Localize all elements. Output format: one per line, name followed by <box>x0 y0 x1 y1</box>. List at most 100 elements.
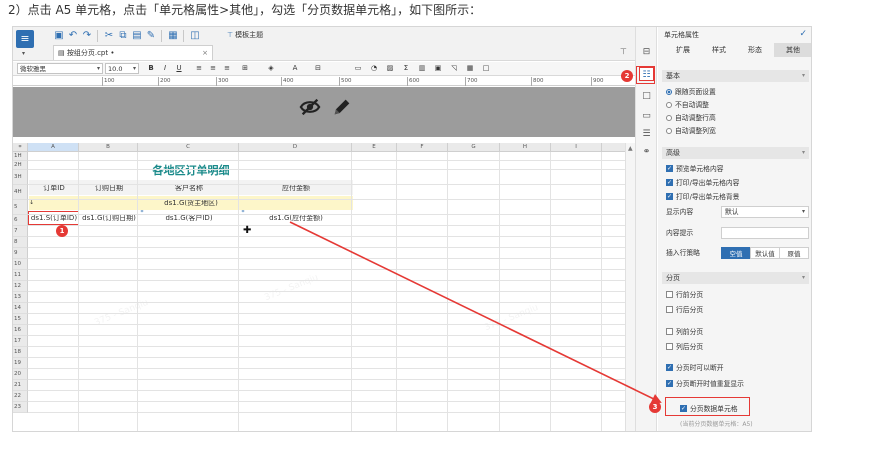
row-header-4[interactable]: 4H <box>13 185 28 200</box>
section-paging[interactable]: 分页 ▾ <box>662 272 809 284</box>
row-header-20[interactable]: 20 <box>13 369 28 380</box>
row-header-3[interactable]: 3H <box>13 170 28 185</box>
radio-auto-column-width[interactable]: 自动调整列宽 <box>666 126 716 137</box>
preview-icon[interactable]: ◫ <box>189 30 201 42</box>
check-print-background[interactable]: 打印/导出单元格背景 <box>666 191 739 203</box>
radio-no-auto-adjust[interactable]: 不自动调整 <box>666 100 709 111</box>
insert-sub-report-icon[interactable]: ▥ <box>417 63 427 74</box>
row-header-16[interactable]: 16 <box>13 325 28 336</box>
section-advanced[interactable]: 高级 ▾ <box>662 147 809 159</box>
close-tab-icon[interactable]: × <box>202 46 208 60</box>
row-header-10[interactable]: 10 <box>13 259 28 270</box>
radio-auto-row-height[interactable]: 自动调整行高 <box>666 113 716 124</box>
pencil-icon[interactable] <box>331 96 353 118</box>
row-header-15[interactable]: 15 <box>13 314 28 325</box>
insert-chart-icon[interactable]: ◔ <box>369 63 379 74</box>
merge-cells-icon[interactable]: ⊟ <box>313 63 323 74</box>
check-print-content[interactable]: 打印/导出单元格内容 <box>666 177 739 189</box>
row-header-17[interactable]: 17 <box>13 336 28 347</box>
column-header-a[interactable]: A <box>28 143 79 152</box>
row-header-18[interactable]: 18 <box>13 347 28 358</box>
spreadsheet-grid[interactable]: ⌗ 各地区订单明细 订单ID 订购日期 客户名称 应付金额 ↓ ds1.G(货主… <box>13 143 655 431</box>
column-header-i[interactable]: I <box>551 143 602 152</box>
chevron-up-icon[interactable]: ▲ <box>628 145 633 152</box>
check-repeat-on-break[interactable]: 分页断开时值重复显示 <box>666 378 744 390</box>
copy-icon[interactable]: ⧉ <box>117 30 129 42</box>
template-theme-button[interactable]: ⊤ 模板主题 <box>227 29 263 42</box>
tab-expand[interactable]: 扩展 <box>666 43 700 57</box>
insert-text-icon[interactable]: ▭ <box>353 63 363 74</box>
row-header-2[interactable]: 2H <box>13 161 28 170</box>
confirm-check-icon[interactable]: ✓ <box>799 29 807 39</box>
paste-icon[interactable]: ▤ <box>131 30 143 42</box>
tooltip-input[interactable] <box>721 227 809 239</box>
insert-null-button[interactable]: 空值 <box>721 247 751 259</box>
underline-button[interactable]: U <box>174 63 184 74</box>
column-header-e[interactable]: E <box>352 143 397 152</box>
column-header-d[interactable]: D <box>239 143 352 152</box>
select-all-corner[interactable]: ⌗ <box>13 143 28 152</box>
row-header-23[interactable]: 23 <box>13 402 28 413</box>
insert-formula-icon[interactable]: Σ <box>401 63 411 74</box>
cut-icon[interactable]: ✂ <box>103 30 115 42</box>
redo-icon[interactable]: ↷ <box>81 30 93 42</box>
row-header-8[interactable]: 8 <box>13 237 28 248</box>
tab-shape[interactable]: 形态 <box>738 43 772 57</box>
section-basic[interactable]: 基本 ▾ <box>662 70 809 82</box>
insert-default-button[interactable]: 默认值 <box>750 247 780 259</box>
column-header-f[interactable]: F <box>397 143 448 152</box>
row-header-9[interactable]: 9 <box>13 248 28 259</box>
insert-widget-icon[interactable]: □ <box>481 63 491 74</box>
component-settings-icon[interactable]: ⊟ <box>639 45 654 59</box>
row-header-22[interactable]: 22 <box>13 391 28 402</box>
row-header-13[interactable]: 13 <box>13 292 28 303</box>
check-page-break-after-row[interactable]: 行后分页 <box>666 305 703 316</box>
check-page-break-before-row[interactable]: 行前分页 <box>666 290 703 301</box>
undo-icon[interactable]: ↶ <box>67 30 79 42</box>
bold-button[interactable]: B <box>146 63 156 74</box>
row-header-7[interactable]: 7 <box>13 226 28 237</box>
row-header-5[interactable]: 5 <box>13 200 28 215</box>
hyperlink-icon[interactable]: ⚭ <box>639 145 654 159</box>
tab-other[interactable]: 其他 <box>774 43 811 57</box>
logo-caret-icon[interactable]: ▾ <box>22 50 25 57</box>
italic-button[interactable]: I <box>160 63 170 74</box>
row-header-11[interactable]: 11 <box>13 270 28 281</box>
row-header-14[interactable]: 14 <box>13 303 28 314</box>
format-brush-icon[interactable]: ✎ <box>145 30 157 42</box>
border-icon[interactable]: ⊞ <box>240 63 250 74</box>
pin-panel-icon[interactable]: ⊤ <box>620 47 627 56</box>
column-header-h[interactable]: H <box>500 143 551 152</box>
row-header-19[interactable]: 19 <box>13 358 28 369</box>
save-icon[interactable]: ▣ <box>53 30 65 42</box>
align-center-icon[interactable]: ≡ <box>208 63 218 74</box>
align-left-icon[interactable]: ≡ <box>194 63 204 74</box>
font-family-select[interactable]: 微软雅黑 ▾ <box>17 63 103 74</box>
report-header-area[interactable] <box>13 87 635 137</box>
document-tab[interactable]: ▤ 按组分页.cpt • × <box>53 45 213 60</box>
insert-original-button[interactable]: 原值 <box>779 247 809 259</box>
widget-settings-icon[interactable]: ▭ <box>639 109 654 123</box>
align-right-icon[interactable]: ≡ <box>222 63 232 74</box>
font-color-button[interactable]: A <box>290 63 300 74</box>
app-logo-icon[interactable]: ≡ <box>16 30 34 48</box>
condition-attributes-icon[interactable]: ☰ <box>639 127 654 141</box>
font-size-select[interactable]: 10.0 ▾ <box>105 63 139 74</box>
eye-off-icon[interactable] <box>299 96 321 118</box>
fill-color-icon[interactable]: ◈ <box>266 63 276 74</box>
column-header-c[interactable]: C <box>138 143 239 152</box>
tab-style[interactable]: 样式 <box>702 43 736 57</box>
row-header-6[interactable]: 6 <box>13 215 28 226</box>
radio-follow-page[interactable]: 跟随页面设置 <box>666 87 716 98</box>
check-preview-content[interactable]: 预览单元格内容 <box>666 163 724 175</box>
row-header-1[interactable]: 1H <box>13 152 28 161</box>
cell-element-icon[interactable]: □ <box>639 89 654 103</box>
insert-barcode-icon[interactable]: ▦ <box>465 63 475 74</box>
insert-image-icon[interactable]: ▨ <box>385 63 395 74</box>
insert-picture-icon[interactable]: ▣ <box>433 63 443 74</box>
check-page-break-after-column[interactable]: 列后分页 <box>666 342 703 353</box>
dataset-icon[interactable]: ▦ <box>167 30 179 42</box>
display-content-select[interactable]: 默认 ▾ <box>721 206 809 218</box>
column-header-b[interactable]: B <box>79 143 138 152</box>
vertical-scrollbar[interactable]: ▲ <box>625 143 635 431</box>
